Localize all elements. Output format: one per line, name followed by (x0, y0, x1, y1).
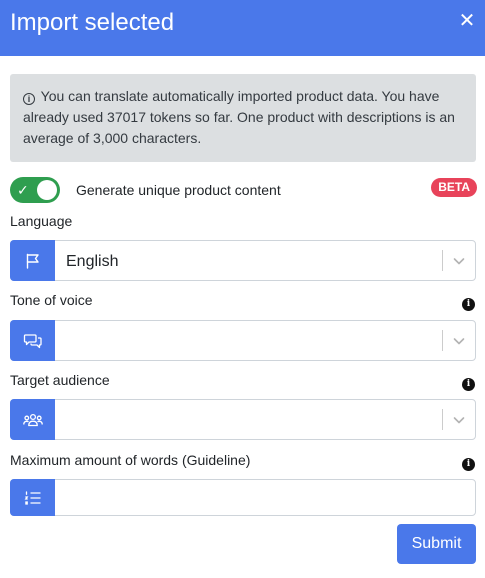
chevron-down-icon[interactable] (451, 253, 467, 269)
select-separator (442, 409, 443, 430)
flag-icon (10, 240, 55, 281)
info-icon[interactable]: i (462, 298, 475, 311)
language-select[interactable]: English (10, 240, 476, 281)
chevron-down-icon[interactable] (451, 412, 467, 428)
checkmark-icon: ✓ (17, 182, 29, 198)
info-icon[interactable]: i (462, 378, 475, 391)
unique-content-label: Generate unique product content (76, 182, 281, 198)
language-label: Language (10, 213, 73, 229)
info-circle-icon: i (23, 93, 35, 105)
close-icon[interactable]: ✕ (457, 10, 477, 32)
max-words-input[interactable] (10, 479, 476, 516)
audience-label: Target audience (10, 372, 110, 388)
list-icon (10, 479, 55, 516)
unique-content-toggle[interactable]: ✓ (10, 177, 60, 203)
audience-select[interactable] (10, 399, 476, 440)
modal-header: Import selected ✕ (0, 0, 485, 56)
select-separator (442, 250, 443, 271)
chat-bubbles-icon (10, 320, 55, 361)
tone-label: Tone of voice (10, 292, 93, 308)
language-value: English (66, 253, 119, 270)
select-separator (442, 330, 443, 351)
info-icon[interactable]: i (462, 458, 475, 471)
info-text: You can translate automatically imported… (23, 88, 455, 146)
submit-button[interactable]: Submit (397, 524, 476, 564)
tone-select[interactable] (10, 320, 476, 361)
toggle-knob (37, 180, 57, 200)
users-icon (10, 399, 55, 440)
max-words-label: Maximum amount of words (Guideline) (10, 452, 251, 468)
chevron-down-icon[interactable] (451, 333, 467, 349)
modal-title: Import selected (10, 9, 175, 36)
info-alert: i You can translate automatically import… (10, 74, 476, 162)
beta-badge: BETA (431, 178, 477, 197)
